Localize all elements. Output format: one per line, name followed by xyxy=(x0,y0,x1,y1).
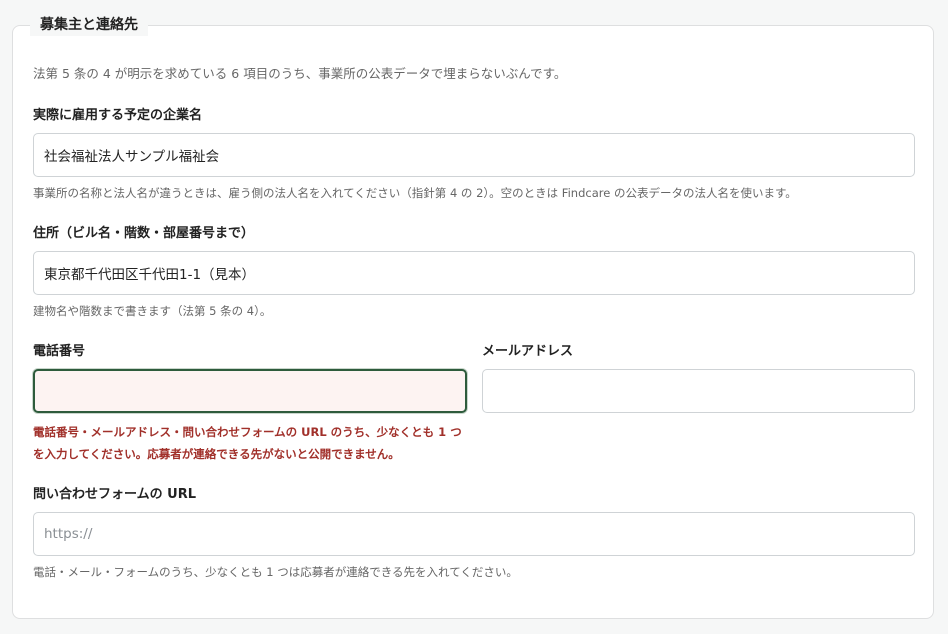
phone-input[interactable] xyxy=(33,369,467,413)
form-url-help: 電話・メール・フォームのうち、少なくとも 1 つは応募者が連絡できる先を入れてく… xyxy=(33,565,518,579)
form-url-input[interactable] xyxy=(33,512,915,556)
phone-error-message: 電話番号・メールアドレス・問い合わせフォームの URL のうち、少なくとも 1 … xyxy=(33,425,462,461)
address-label: 住所（ビル名・階数・部屋番号まで） xyxy=(33,226,255,241)
email-label: メールアドレス xyxy=(482,344,574,359)
section-intro: 法第 5 条の 4 が明示を求めている 6 項目のうち、事業所の公表データで埋ま… xyxy=(33,66,567,81)
company-name-input[interactable] xyxy=(33,133,915,177)
form-url-label: 問い合わせフォームの URL xyxy=(33,487,196,502)
section-legend: 募集主と連絡先 xyxy=(30,14,148,36)
company-name-label: 実際に雇用する予定の企業名 xyxy=(33,108,203,123)
phone-label: 電話番号 xyxy=(33,344,86,359)
company-name-help: 事業所の名称と法人名が違うときは、雇う側の法人名を入れてください（指針第 4 の… xyxy=(33,186,797,200)
address-input[interactable] xyxy=(33,251,915,295)
address-help: 建物名や階数まで書きます（法第 5 条の 4）。 xyxy=(33,304,272,318)
email-input[interactable] xyxy=(482,369,915,413)
